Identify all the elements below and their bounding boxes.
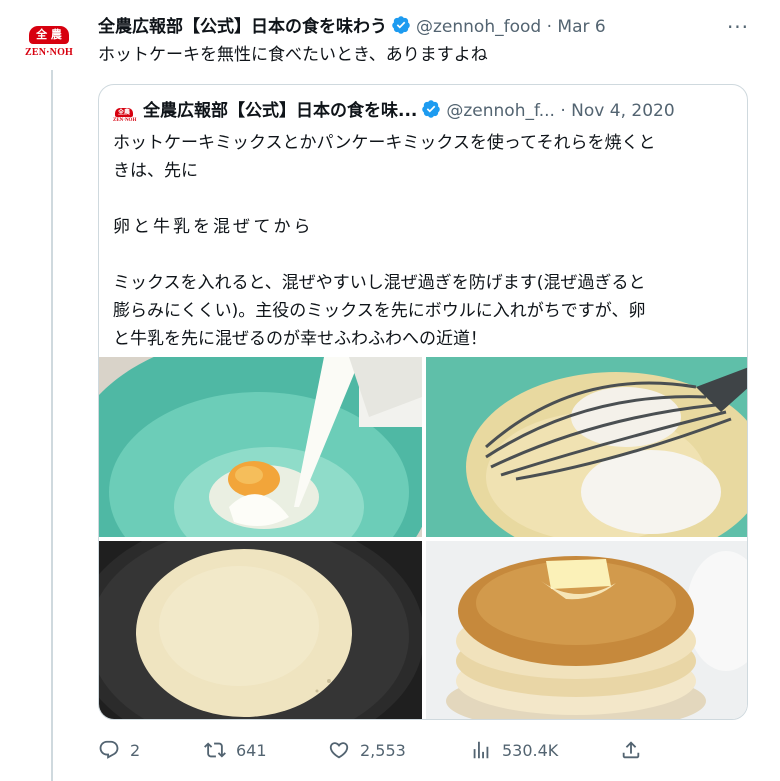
- reply-count: 2: [130, 741, 141, 760]
- more-icon[interactable]: ···: [724, 14, 752, 40]
- views-button[interactable]: 530.4K: [470, 736, 558, 766]
- quoted-tweet[interactable]: 全農 ZEN·NOH 全農広報部【公式】日本の食を味... @zennoh_f..…: [98, 84, 748, 720]
- logo-text: ZEN·NOH: [24, 47, 74, 58]
- quote-line-1: ホットケーキミックスとかパンケーキミックスを使ってそれらを焼くと: [113, 133, 656, 153]
- logo-kanji: 全 農: [29, 26, 69, 44]
- quote-verified-badge-icon: [421, 99, 441, 126]
- quote-date: Nov 4, 2020: [571, 101, 675, 121]
- quote-logo-kanji: 全農: [115, 108, 133, 117]
- quote-author-name: 全農広報部【公式】日本の食を味...: [143, 101, 418, 121]
- quote-header: 全農 ZEN·NOH 全農広報部【公式】日本の食を味... @zennoh_f..…: [113, 99, 735, 123]
- separator: ·: [546, 17, 552, 37]
- action-bar: 2 641 2,553 530.4K: [98, 736, 758, 766]
- retweet-count: 641: [236, 741, 267, 760]
- photo-pancake-stack[interactable]: [426, 541, 747, 719]
- reply-icon: [99, 740, 119, 759]
- views-icon: [473, 741, 489, 759]
- quote-avatar: 全農 ZEN·NOH: [113, 108, 137, 130]
- verified-badge-icon: [391, 15, 411, 43]
- like-button[interactable]: 2,553: [328, 736, 406, 766]
- quote-line-6: と牛乳を先に混ぜるのが幸せふわふわへの近道！: [113, 329, 487, 349]
- photo-bowl-egg-milk[interactable]: [99, 357, 422, 537]
- quote-line-3: 卵と牛乳を混ぜてから: [113, 217, 314, 237]
- like-count: 2,553: [360, 741, 406, 760]
- tweet-date[interactable]: Mar 6: [557, 17, 605, 37]
- quote-separator: ·: [560, 101, 566, 121]
- quote-text: ホットケーキミックスとかパンケーキミックスを使ってそれらを焼くと きは、先に 卵…: [113, 129, 735, 353]
- quote-line-4: ミックスを入れると、混ぜやすいし混ぜ過ぎを防げます(混ぜ過ぎると: [113, 273, 646, 293]
- author-name[interactable]: 全農広報部【公式】日本の食を味わう: [98, 17, 387, 37]
- tweet-header: 全農広報部【公式】日本の食を味わう @zennoh_food · Mar 6: [98, 14, 698, 40]
- quote-logo-text: ZEN·NOH: [113, 118, 137, 123]
- like-icon: [329, 742, 349, 759]
- retweet-button[interactable]: 641: [204, 736, 267, 766]
- photo-whisk-mixing[interactable]: [426, 357, 747, 537]
- photo-pancake-pan[interactable]: [99, 541, 422, 719]
- retweet-icon: [204, 742, 226, 758]
- quote-line-5: 膨らみにくくい)。主役のミックスを先にボウルに入れがちですが、卵: [113, 301, 646, 321]
- author-handle[interactable]: @zennoh_food: [416, 17, 541, 37]
- reply-button[interactable]: 2: [98, 736, 140, 766]
- quote-handle: @zennoh_f...: [446, 101, 555, 121]
- avatar[interactable]: 全 農 ZEN·NOH: [20, 26, 78, 66]
- share-button[interactable]: [620, 736, 652, 766]
- photo-grid: [99, 357, 747, 719]
- share-icon: [622, 741, 640, 759]
- thread-line: [51, 70, 53, 781]
- views-count: 530.4K: [502, 741, 559, 760]
- quote-line-2: きは、先に: [113, 161, 198, 181]
- tweet-text: ホットケーキを無性に食べたいとき、ありますよね: [98, 45, 488, 65]
